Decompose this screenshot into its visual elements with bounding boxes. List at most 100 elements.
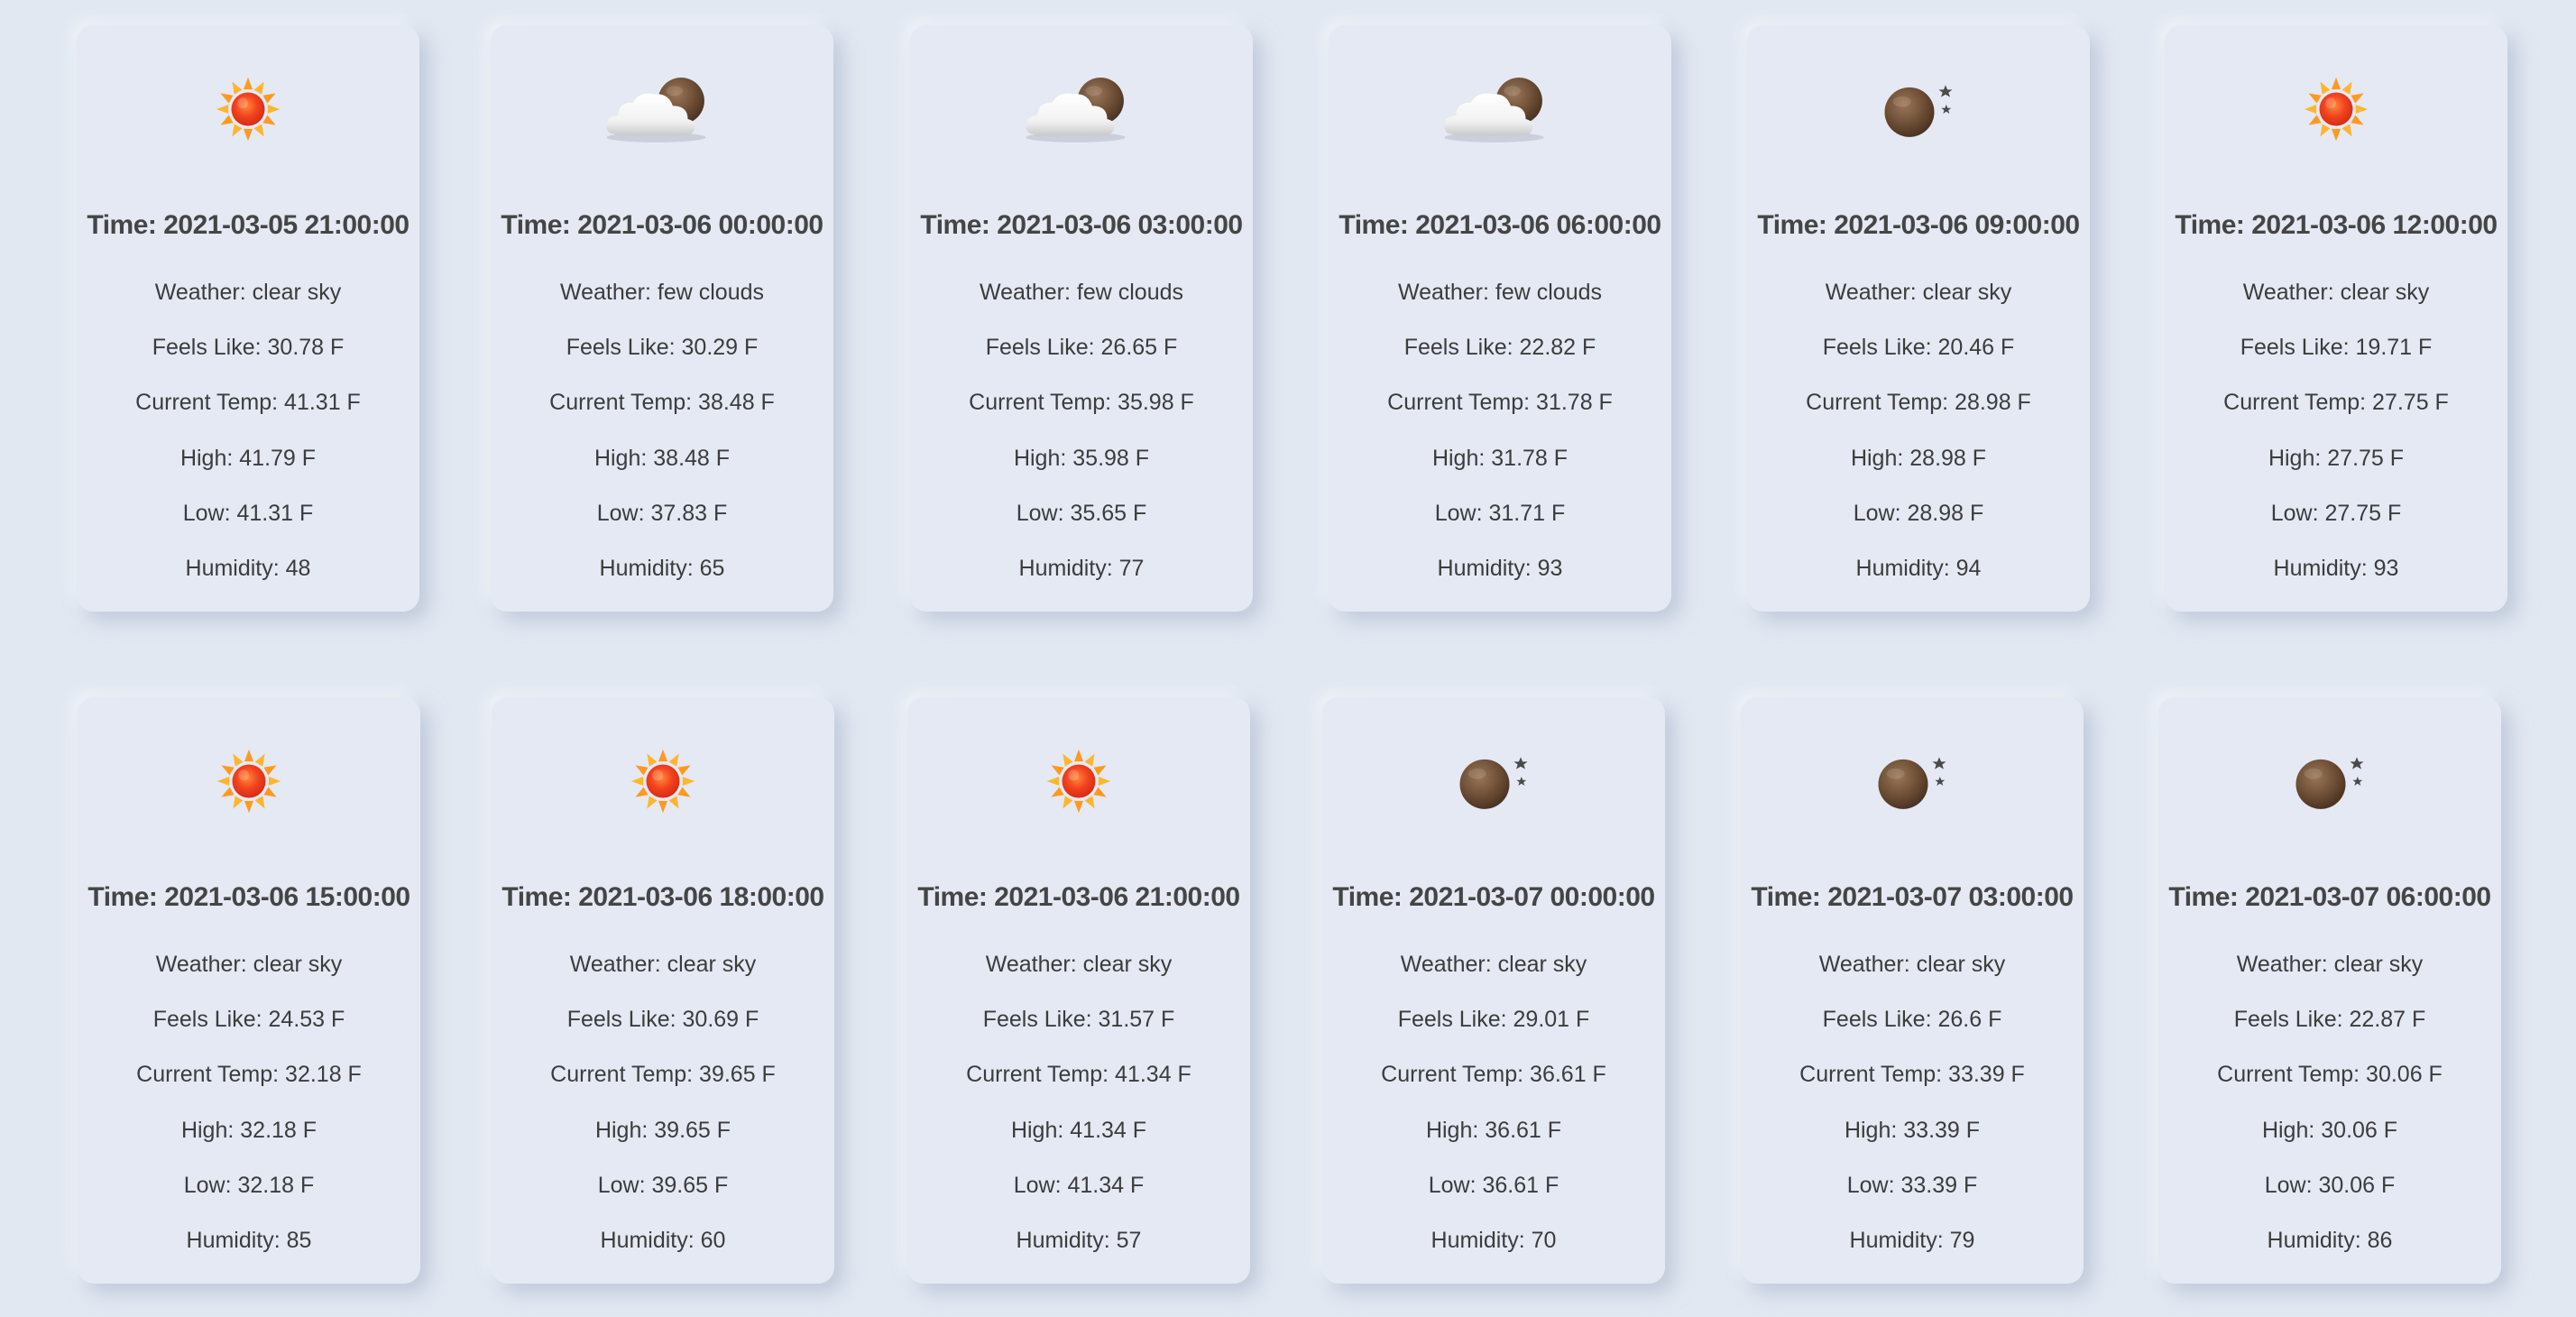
low-temp: Low: 27.75 F [2270, 501, 2402, 526]
feels-like: Feels Like: 26.65 F [985, 335, 1178, 360]
low-temp: Low: 31.71 F [1434, 501, 1566, 526]
forecast-time: Time: 2021-03-07 06:00:00 [2168, 882, 2491, 912]
forecast-time: Time: 2021-03-06 15:00:00 [87, 882, 410, 912]
feels-like: Feels Like: 30.78 F [152, 335, 345, 360]
humidity: Humidity: 70 [1431, 1228, 1557, 1253]
weather-description: Weather: few clouds [979, 280, 1184, 305]
humidity: Humidity: 60 [600, 1228, 726, 1253]
weather-description: Weather: clear sky [1400, 952, 1587, 977]
high-temp: High: 36.61 F [1425, 1118, 1562, 1143]
forecast-card: Time: 2021-03-07 00:00:00 Weather: clear… [1322, 697, 1665, 1284]
high-temp: High: 28.98 F [1850, 446, 1987, 471]
current-temp: Current Temp: 27.75 F [2223, 390, 2449, 415]
weather-description: Weather: clear sky [155, 952, 343, 977]
humidity: Humidity: 86 [2267, 1228, 2393, 1253]
weather-description: Weather: clear sky [2242, 280, 2430, 305]
high-temp: High: 39.65 F [594, 1118, 731, 1143]
feels-like: Feels Like: 19.71 F [2240, 335, 2433, 360]
current-temp: Current Temp: 41.34 F [966, 1062, 1191, 1087]
low-temp: Low: 39.65 F [597, 1173, 729, 1198]
humidity: Humidity: 77 [1018, 556, 1145, 581]
low-temp: Low: 41.34 F [1013, 1173, 1145, 1198]
forecast-time: Time: 2021-03-06 00:00:00 [501, 210, 823, 240]
low-temp: Low: 37.83 F [596, 501, 728, 526]
cloud-moon-icon [491, 60, 833, 159]
weather-description: Weather: clear sky [1825, 280, 2012, 305]
forecast-time: Time: 2021-03-06 21:00:00 [917, 882, 1240, 912]
high-temp: High: 41.34 F [1010, 1118, 1147, 1143]
feels-like: Feels Like: 22.82 F [1403, 335, 1596, 360]
low-temp: Low: 41.31 F [182, 501, 314, 526]
high-temp: High: 30.06 F [2261, 1118, 2398, 1143]
forecast-row-1: Time: 2021-03-05 21:00:00 Weather: clear… [0, 25, 2576, 612]
high-temp: High: 33.39 F [1844, 1118, 1981, 1143]
forecast-card: Time: 2021-03-06 09:00:00 Weather: clear… [1747, 25, 2090, 612]
moon-stars-icon [1322, 732, 1665, 831]
forecast-time: Time: 2021-03-07 03:00:00 [1751, 882, 2074, 912]
feels-like: Feels Like: 29.01 F [1397, 1007, 1590, 1032]
current-temp: Current Temp: 31.78 F [1387, 390, 1613, 415]
forecast-card: Time: 2021-03-06 18:00:00 Weather: clear… [492, 697, 834, 1284]
high-temp: High: 35.98 F [1013, 446, 1150, 471]
feels-like: Feels Like: 20.46 F [1822, 335, 2015, 360]
forecast-card: Time: 2021-03-06 15:00:00 Weather: clear… [78, 697, 420, 1284]
humidity: Humidity: 85 [186, 1228, 312, 1253]
low-temp: Low: 36.61 F [1428, 1173, 1559, 1198]
humidity: Humidity: 48 [185, 556, 311, 581]
moon-stars-icon [1747, 60, 2090, 159]
forecast-card: Time: 2021-03-07 03:00:00 Weather: clear… [1741, 697, 2084, 1284]
forecast-card: Time: 2021-03-07 06:00:00 Weather: clear… [2158, 697, 2501, 1284]
forecast-time: Time: 2021-03-06 09:00:00 [1757, 210, 2080, 240]
sun-icon [77, 60, 419, 159]
current-temp: Current Temp: 30.06 F [2217, 1062, 2443, 1087]
forecast-time: Time: 2021-03-06 06:00:00 [1339, 210, 1661, 240]
current-temp: Current Temp: 33.39 F [1799, 1062, 2025, 1087]
weather-description: Weather: clear sky [2236, 952, 2424, 977]
current-temp: Current Temp: 35.98 F [969, 390, 1194, 415]
low-temp: Low: 28.98 F [1853, 501, 1984, 526]
weather-description: Weather: clear sky [154, 280, 342, 305]
humidity: Humidity: 93 [2273, 556, 2399, 581]
current-temp: Current Temp: 32.18 F [136, 1062, 362, 1087]
weather-description: Weather: few clouds [1397, 280, 1603, 305]
low-temp: Low: 32.18 F [183, 1173, 315, 1198]
humidity: Humidity: 65 [599, 556, 725, 581]
low-temp: Low: 33.39 F [1846, 1173, 1978, 1198]
sun-icon [78, 732, 420, 831]
feels-like: Feels Like: 26.6 F [1822, 1007, 2002, 1032]
low-temp: Low: 30.06 F [2264, 1173, 2396, 1198]
weather-description: Weather: clear sky [569, 952, 757, 977]
moon-stars-icon [1741, 732, 2084, 831]
humidity: Humidity: 93 [1437, 556, 1563, 581]
forecast-time: Time: 2021-03-06 03:00:00 [920, 210, 1243, 240]
cloud-moon-icon [910, 60, 1253, 159]
current-temp: Current Temp: 41.31 F [135, 390, 361, 415]
current-temp: Current Temp: 39.65 F [550, 1062, 776, 1087]
high-temp: High: 32.18 F [180, 1118, 317, 1143]
forecast-time: Time: 2021-03-05 21:00:00 [87, 210, 409, 240]
high-temp: High: 41.79 F [179, 446, 317, 471]
sun-icon [492, 732, 834, 831]
forecast-time: Time: 2021-03-06 18:00:00 [501, 882, 824, 912]
humidity: Humidity: 57 [1016, 1228, 1142, 1253]
humidity: Humidity: 79 [1849, 1228, 1975, 1253]
forecast-card: Time: 2021-03-06 00:00:00 Weather: few c… [491, 25, 833, 612]
forecast-card: Time: 2021-03-06 12:00:00 Weather: clear… [2165, 25, 2507, 612]
feels-like: Feels Like: 30.29 F [566, 335, 759, 360]
cloud-moon-icon [1329, 60, 1671, 159]
humidity: Humidity: 94 [1855, 556, 1982, 581]
forecast-time: Time: 2021-03-07 00:00:00 [1332, 882, 1655, 912]
low-temp: Low: 35.65 F [1016, 501, 1147, 526]
forecast-card: Time: 2021-03-06 21:00:00 Weather: clear… [907, 697, 1250, 1284]
forecast-time: Time: 2021-03-06 12:00:00 [2175, 210, 2498, 240]
feels-like: Feels Like: 31.57 F [982, 1007, 1175, 1032]
feels-like: Feels Like: 24.53 F [152, 1007, 345, 1032]
forecast-card: Time: 2021-03-06 06:00:00 Weather: few c… [1329, 25, 1671, 612]
current-temp: Current Temp: 28.98 F [1806, 390, 2031, 415]
weather-description: Weather: clear sky [1818, 952, 2006, 977]
high-temp: High: 38.48 F [593, 446, 731, 471]
weather-description: Weather: few clouds [559, 280, 765, 305]
forecast-row-2: Time: 2021-03-06 15:00:00 Weather: clear… [0, 697, 2576, 1284]
high-temp: High: 31.78 F [1431, 446, 1569, 471]
feels-like: Feels Like: 22.87 F [2233, 1007, 2426, 1032]
